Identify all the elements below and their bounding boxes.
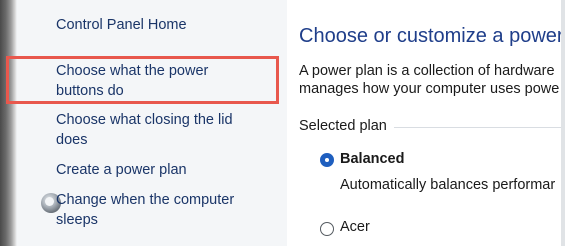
- sidebar-item-label-line2: sleeps: [56, 212, 98, 228]
- sidebar-item-closing-lid[interactable]: Choose what closing the lid does: [56, 110, 233, 150]
- description-line1: A power plan is a collection of hardware: [299, 63, 555, 79]
- plan-balanced-label[interactable]: Balanced: [340, 151, 404, 167]
- plan-acer-label[interactable]: Acer: [340, 219, 370, 235]
- sidebar-item-computer-sleeps[interactable]: Change when the computer sleeps: [56, 190, 234, 230]
- plan-balanced-radio[interactable]: [320, 153, 334, 167]
- section-divider: [394, 127, 565, 128]
- plan-balanced-description: Automatically balances performar: [340, 177, 556, 193]
- page-title: Choose or customize a power p: [299, 25, 565, 47]
- sidebar-item-create-power-plan[interactable]: Create a power plan: [56, 160, 187, 180]
- main-content: Choose or customize a power p A power pl…: [287, 0, 565, 246]
- description-line2: manages how your computer uses powe: [299, 81, 560, 97]
- scrollbar[interactable]: [561, 0, 565, 246]
- sidebar: Control Panel Home Choose what the power…: [17, 0, 287, 246]
- window-edge: [0, 0, 17, 246]
- sidebar-item-label-line2: does: [56, 132, 88, 148]
- control-panel-window: Control Panel Home Choose what the power…: [0, 0, 565, 246]
- sidebar-item-label: Create a power plan: [56, 162, 187, 178]
- sidebar-item-label-line1: Choose what closing the lid: [56, 112, 233, 128]
- sidebar-item-control-panel-home[interactable]: Control Panel Home: [56, 15, 187, 35]
- selected-plan-label: Selected plan: [299, 118, 387, 134]
- sidebar-item-label-line1: Change when the computer: [56, 192, 235, 208]
- highlight-box: [6, 56, 279, 104]
- sidebar-item-label: Control Panel Home: [56, 17, 187, 33]
- plan-acer-radio[interactable]: [320, 222, 334, 236]
